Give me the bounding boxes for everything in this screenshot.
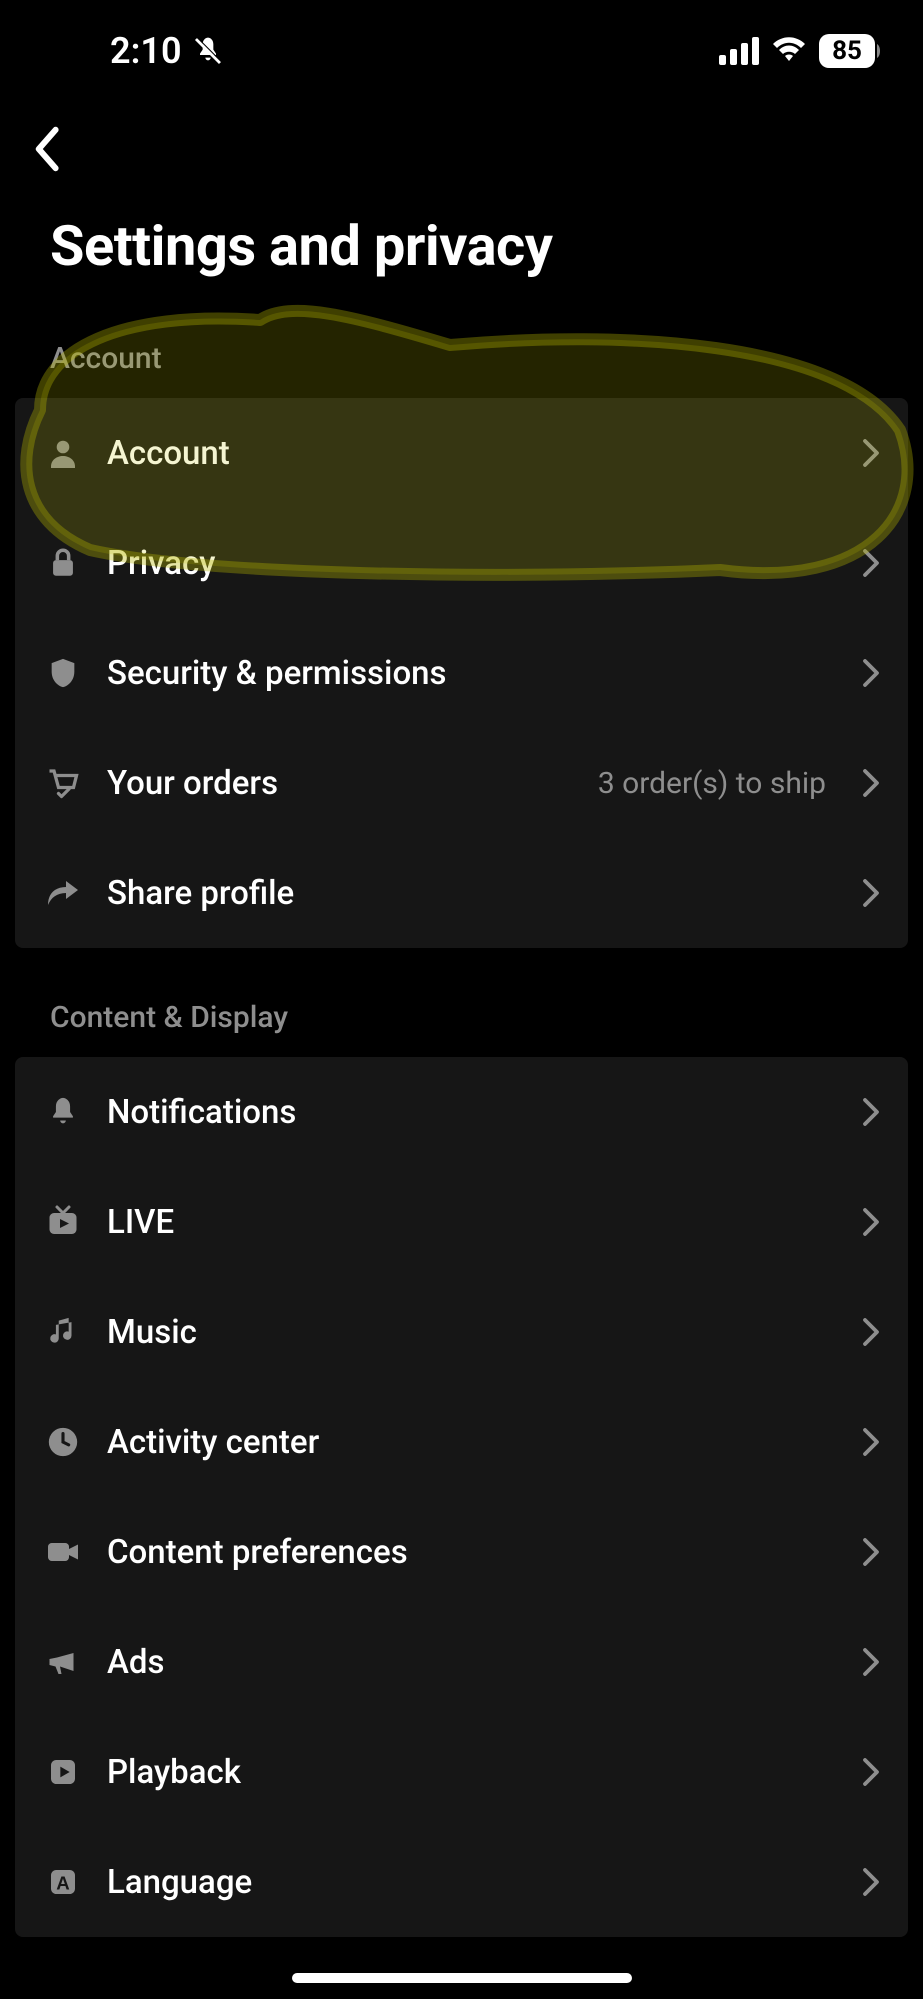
row-notifications[interactable]: Notifications — [15, 1057, 908, 1167]
chevron-right-icon — [862, 768, 880, 798]
battery-indicator: 85 — [819, 34, 883, 68]
music-icon — [43, 1312, 83, 1352]
row-security[interactable]: Security & permissions — [15, 618, 908, 728]
wifi-icon — [771, 37, 807, 65]
row-content-preferences[interactable]: Content preferences — [15, 1497, 908, 1607]
shield-icon — [43, 653, 83, 693]
row-label: Your orders — [107, 764, 574, 803]
battery-percent: 85 — [819, 34, 875, 68]
chevron-right-icon — [862, 878, 880, 908]
megaphone-icon — [43, 1642, 83, 1682]
chevron-right-icon — [862, 1097, 880, 1127]
row-label: Language — [107, 1863, 826, 1902]
row-privacy[interactable]: Privacy — [15, 508, 908, 618]
row-label: LIVE — [107, 1203, 826, 1242]
mute-icon — [192, 35, 224, 67]
chevron-right-icon — [862, 1647, 880, 1677]
tv-icon — [43, 1202, 83, 1242]
section-header-content-display: Content & Display — [0, 978, 923, 1057]
chevron-right-icon — [862, 1317, 880, 1347]
settings-group-content-display: Notifications LIVE Music Activity center… — [15, 1057, 908, 1937]
cart-icon — [43, 763, 83, 803]
chevron-right-icon — [862, 1207, 880, 1237]
row-label: Content preferences — [107, 1533, 826, 1572]
row-share-profile[interactable]: Share profile — [15, 838, 908, 948]
row-label: Share profile — [107, 874, 826, 913]
camera-icon — [43, 1532, 83, 1572]
status-bar: 2:10 85 — [0, 0, 923, 90]
row-label: Activity center — [107, 1423, 826, 1462]
back-button[interactable] — [30, 125, 62, 173]
settings-group-account: Account Privacy Security & permissions Y… — [15, 398, 908, 948]
svg-text:A: A — [56, 1872, 69, 1893]
person-icon — [43, 433, 83, 473]
letter-a-icon: A — [43, 1862, 83, 1902]
chevron-right-icon — [862, 1757, 880, 1787]
row-detail: 3 order(s) to ship — [598, 766, 826, 801]
clock-icon — [43, 1422, 83, 1462]
chevron-right-icon — [862, 1867, 880, 1897]
row-playback[interactable]: Playback — [15, 1717, 908, 1827]
chevron-right-icon — [862, 1537, 880, 1567]
row-label: Playback — [107, 1753, 826, 1792]
chevron-right-icon — [862, 658, 880, 688]
status-time: 2:10 — [110, 30, 182, 72]
cellular-signal-icon — [719, 37, 759, 65]
chevron-right-icon — [862, 548, 880, 578]
home-indicator[interactable] — [292, 1973, 632, 1983]
row-label: Security & permissions — [107, 654, 826, 693]
row-label: Ads — [107, 1643, 826, 1682]
row-account[interactable]: Account — [15, 398, 908, 508]
row-ads[interactable]: Ads — [15, 1607, 908, 1717]
row-label: Account — [107, 434, 826, 473]
section-header-account: Account — [0, 319, 923, 398]
chevron-right-icon — [862, 438, 880, 468]
battery-tip-icon — [877, 44, 883, 58]
row-label: Music — [107, 1313, 826, 1352]
row-orders[interactable]: Your orders 3 order(s) to ship — [15, 728, 908, 838]
nav-bar — [0, 90, 923, 193]
status-left: 2:10 — [110, 30, 224, 72]
row-label: Privacy — [107, 544, 826, 583]
chevron-right-icon — [862, 1427, 880, 1457]
row-label: Notifications — [107, 1093, 826, 1132]
play-icon — [43, 1752, 83, 1792]
lock-icon — [43, 543, 83, 583]
page-title: Settings and privacy — [0, 193, 923, 319]
row-activity-center[interactable]: Activity center — [15, 1387, 908, 1497]
status-right: 85 — [719, 34, 883, 68]
share-icon — [43, 873, 83, 913]
row-live[interactable]: LIVE — [15, 1167, 908, 1277]
row-music[interactable]: Music — [15, 1277, 908, 1387]
row-language[interactable]: A Language — [15, 1827, 908, 1937]
bell-icon — [43, 1092, 83, 1132]
